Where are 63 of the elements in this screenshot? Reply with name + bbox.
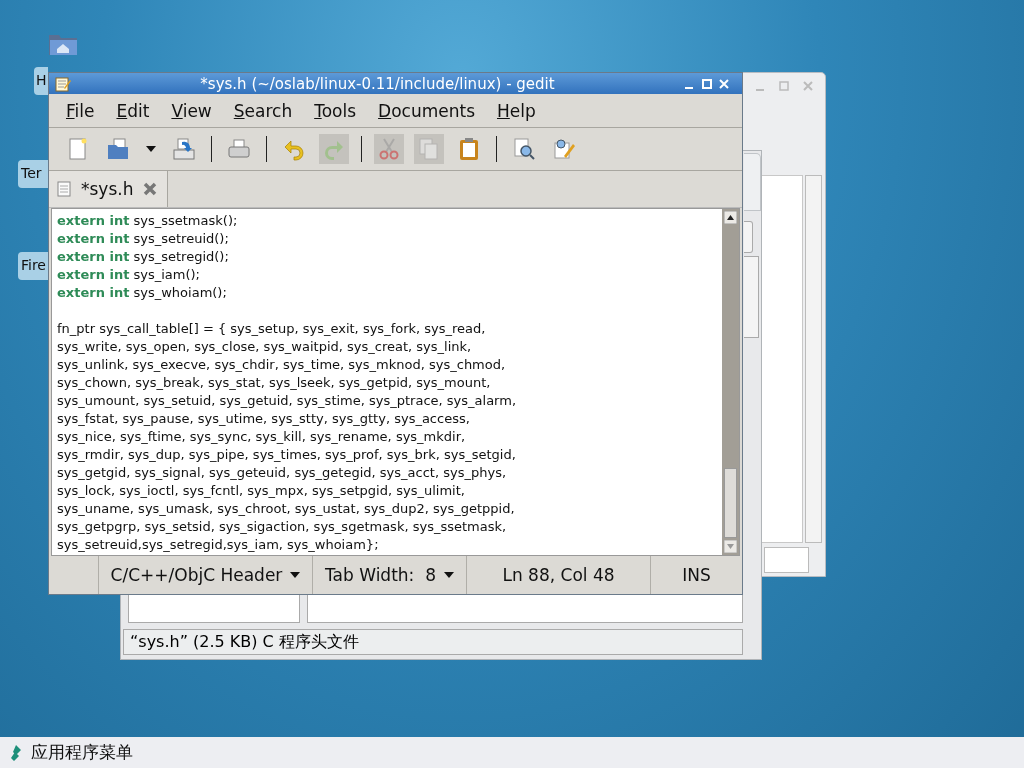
code-line: extern int sys_setregid(); (57, 248, 230, 266)
code-line: sys_lock, sys_ioctl, sys_fcntl, sys_mpx, sys_setpgid, sys_ulimit, (57, 482, 466, 500)
scroll-down-icon[interactable] (724, 540, 737, 553)
copy-icon (417, 137, 441, 161)
cursor-position: Ln 88, Col 48 (467, 556, 651, 594)
scrollbar-thumb[interactable] (724, 468, 737, 538)
find-icon (512, 137, 536, 161)
scrollbar[interactable] (744, 256, 759, 338)
desktop-icon-label[interactable]: Fire (18, 252, 48, 280)
scroll-up-icon[interactable] (724, 211, 737, 224)
window-title: *sys.h (~/oslab/linux-0.11/include/linux) - gedit (199, 74, 556, 93)
scrollbar[interactable] (805, 175, 822, 543)
insert-mode: INS (681, 564, 712, 587)
menu-item[interactable]: Documents (367, 100, 486, 121)
open-folder-icon (106, 137, 130, 161)
code-line: sys_chown, sys_break, sys_stat, sys_lseek, sys_getpid, sys_mount, (57, 374, 492, 392)
scrollbar[interactable] (722, 209, 739, 555)
caret-icon (443, 572, 454, 578)
menu-item[interactable]: Edit (105, 100, 161, 121)
code-line: extern int sys_whoiam(); (57, 284, 228, 302)
document-tab[interactable]: *sys.h (49, 171, 169, 207)
desktop-icon-label[interactable]: H (34, 67, 48, 95)
code-line: sys_getpgrp, sys_setsid, sys_sigaction, sys_sgetmask, sys_ssetmask, (57, 518, 508, 536)
print-icon (227, 137, 251, 161)
window-controls-icon[interactable] (684, 77, 730, 90)
language-dropdown[interactable]: C/C++/ObjC Header (99, 556, 313, 594)
paste-icon (457, 137, 481, 161)
code-line: fn_ptr sys_call_table[] = { sys_setup, sys_exit, sys_fork, sys_read, (57, 320, 487, 338)
menu-item[interactable]: Search (222, 100, 304, 121)
desktop-icon-label[interactable]: Ter (18, 160, 48, 188)
file-info-status: “sys.h” (2.5 KB) C 程序头文件 (123, 629, 743, 655)
menu-item[interactable]: Help (486, 100, 547, 121)
caret-icon (290, 572, 301, 578)
tab-label: *sys.h (81, 179, 134, 199)
code-line: sys_rmdir, sys_dup, sys_pipe, sys_times, sys_prof, sys_brk, sys_setgid, (57, 446, 517, 464)
code-line: extern int sys_setreuid(); (57, 230, 230, 248)
code-line: sys_getgid, sys_signal, sys_geteuid, sys_getegid, sys_acct, sys_phys, (57, 464, 508, 482)
code-line: sys_unlink, sys_execve, sys_chdir, sys_time, sys_mknod, sys_chmod, (57, 356, 507, 374)
button[interactable] (744, 221, 753, 253)
code-line: sys_write, sys_open, sys_close, sys_waitpid, sys_creat, sys_link, (57, 338, 473, 356)
cut-icon (377, 137, 401, 161)
home-folder-icon[interactable] (48, 32, 78, 56)
code-line: sys_setreuid,sys_setregid,sys_iam, sys_whoiam}; (57, 536, 380, 554)
input-field[interactable] (764, 547, 809, 573)
applications-menu[interactable]: 应用程序菜单 (31, 741, 133, 764)
notepad-icon (55, 75, 71, 92)
replace-icon (552, 137, 576, 161)
code-line: extern int sys_iam(); (57, 266, 201, 284)
menu-item[interactable]: File (55, 100, 106, 121)
close-icon[interactable] (143, 182, 158, 196)
tab[interactable] (744, 153, 761, 211)
dropdown-caret-icon[interactable] (146, 146, 156, 152)
code-line: sys_fstat, sys_pause, sys_utime, sys_stty, sys_gtty, sys_access, (57, 410, 471, 428)
save-icon (172, 137, 196, 161)
leaf-logo-icon[interactable] (9, 743, 23, 762)
tab-width-dropdown[interactable]: Tab Width: 8 (313, 556, 467, 594)
menu-item[interactable]: Tools (303, 100, 368, 121)
code-line: extern int sys_ssetmask(); (57, 212, 239, 230)
document-icon (57, 181, 71, 197)
code-line: sys_uname, sys_umask, sys_chroot, sys_ustat, sys_dup2, sys_getppid, (57, 500, 516, 518)
menu-item[interactable]: View (160, 100, 223, 121)
code-line: sys_umount, sys_setuid, sys_getuid, sys_stime, sys_ptrace, sys_alarm, (57, 392, 518, 410)
code-line: sys_nice, sys_ftime, sys_sync, sys_kill, sys_rename, sys_mkdir, (57, 428, 467, 446)
